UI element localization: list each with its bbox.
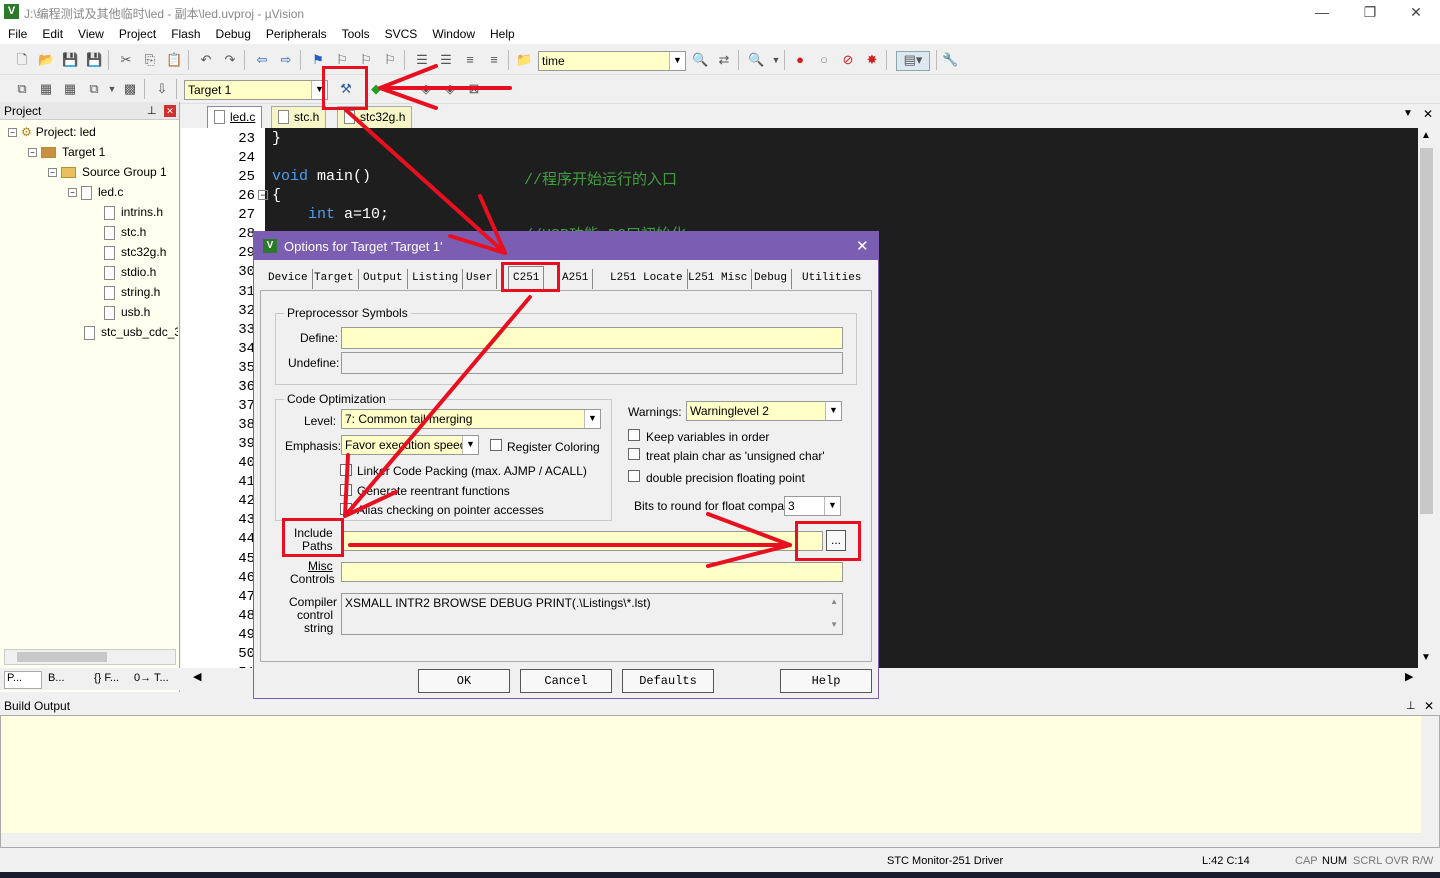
annotation-arrow-to-include: [343, 295, 532, 518]
annotation-arrows: [343, 64, 792, 568]
annotation-arrow-to-c251: [344, 108, 507, 255]
annotation-arrow-to-browse: [348, 512, 792, 568]
annotation-arrow-toolbar: [378, 64, 512, 110]
